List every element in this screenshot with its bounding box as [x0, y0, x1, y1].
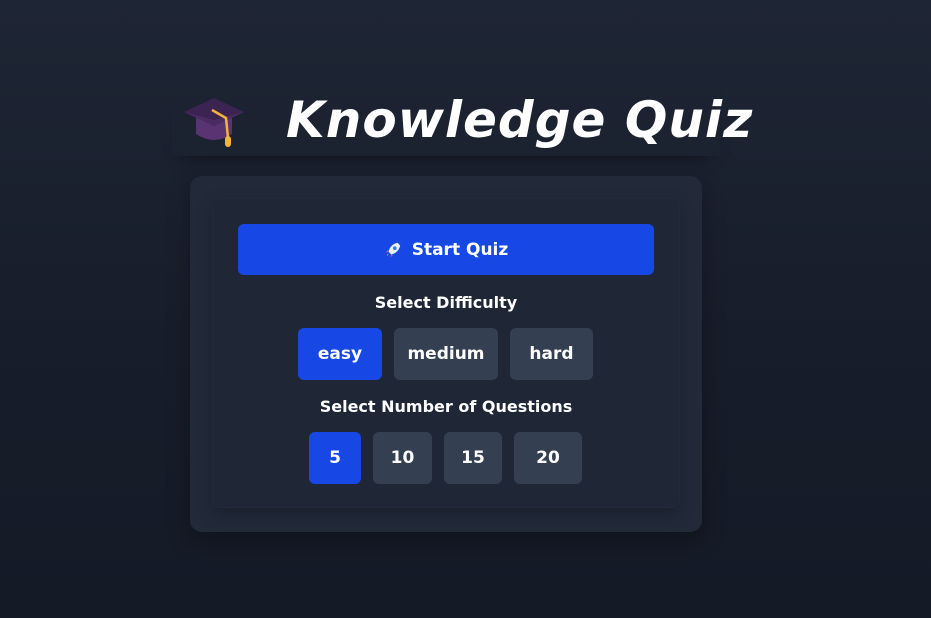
- difficulty-option-hard[interactable]: hard: [510, 328, 593, 380]
- difficulty-option-medium[interactable]: medium: [394, 328, 498, 380]
- question-count-label: Select Number of Questions: [319, 397, 573, 416]
- graduation-cap-icon: [184, 98, 244, 147]
- page-title: Knowledge Quiz: [286, 91, 754, 149]
- difficulty-label: Select Difficulty: [374, 293, 518, 312]
- question-count-option-15[interactable]: 15: [444, 432, 502, 484]
- start-quiz-button[interactable]: Start Quiz: [238, 224, 654, 275]
- difficulty-option-easy[interactable]: easy: [298, 328, 382, 380]
- rocket-icon: [385, 242, 400, 257]
- question-count-option-20[interactable]: 20: [514, 432, 582, 484]
- question-count-option-10[interactable]: 10: [373, 432, 432, 484]
- header: Knowledge Quiz: [172, 84, 752, 156]
- question-count-option-5[interactable]: 5: [309, 432, 361, 484]
- quiz-setup-card: Start Quiz Select Difficulty easy medium…: [190, 176, 702, 532]
- start-quiz-label: Start Quiz: [411, 239, 509, 260]
